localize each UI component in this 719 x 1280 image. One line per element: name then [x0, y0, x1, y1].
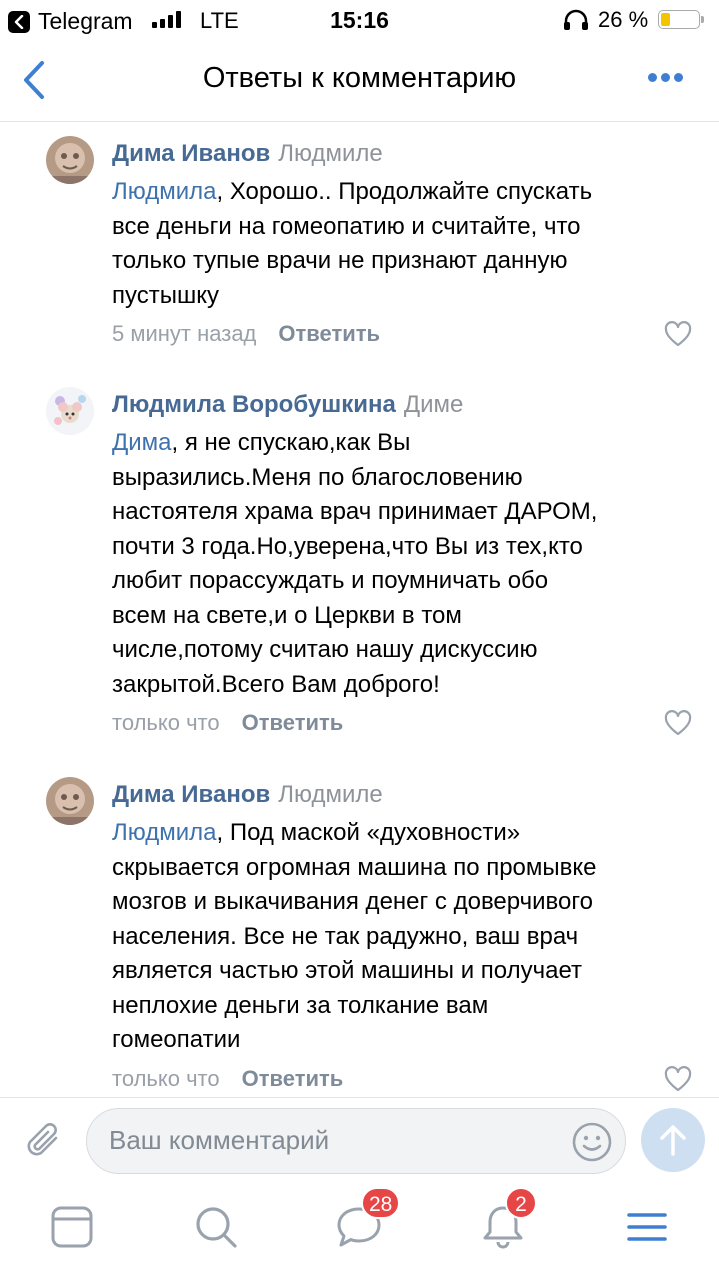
- more-dots-icon[interactable]: [648, 73, 683, 82]
- timestamp: только что: [112, 1066, 220, 1091]
- timestamp: 5 минут назад: [112, 321, 257, 346]
- reply-button[interactable]: Ответить: [278, 321, 380, 346]
- comment-meta: только что Ответить: [112, 710, 343, 736]
- smile-icon[interactable]: [571, 1121, 613, 1168]
- nav-bar: Ответы к комментарию: [0, 40, 719, 122]
- headphones-icon: [563, 9, 589, 36]
- comment-feed[interactable]: Дима Иванов Людмиле Людмила, Хорошо.. Про…: [0, 122, 719, 1097]
- paperclip-icon[interactable]: [22, 1120, 64, 1167]
- mention-link[interactable]: Людмила: [112, 178, 216, 205]
- heart-icon[interactable]: [664, 1066, 692, 1092]
- comment-text: Дима, я не спускаю,как Вы выразились.Мен…: [112, 429, 598, 698]
- search-icon[interactable]: [192, 1203, 240, 1251]
- status-bar: Telegram LTE 15:16 26 %: [0, 0, 719, 40]
- arrow-up-icon: [660, 1125, 686, 1156]
- menu-icon[interactable]: [623, 1203, 671, 1251]
- avatar[interactable]: [46, 777, 94, 825]
- heart-icon[interactable]: [664, 710, 692, 736]
- battery-level: [661, 13, 670, 26]
- reply-to: Людмиле: [278, 140, 383, 167]
- comment-meta: 5 минут назад Ответить: [112, 321, 380, 347]
- notifications-badge: 2: [505, 1187, 537, 1219]
- avatar[interactable]: [46, 136, 94, 184]
- reply-to: Диме: [403, 391, 464, 418]
- reply-button[interactable]: Ответить: [242, 710, 344, 735]
- comment-input[interactable]: Ваш комментарий: [86, 1108, 626, 1174]
- battery-icon: [658, 10, 704, 29]
- comment-placeholder: Ваш комментарий: [109, 1125, 330, 1155]
- author-line: Людмила Воробушкина Диме: [112, 391, 463, 419]
- reply-to: Людмиле: [278, 781, 383, 808]
- author-name[interactable]: Дима Иванов: [112, 140, 270, 167]
- mention-link[interactable]: Людмила: [112, 819, 216, 846]
- reply-button[interactable]: Ответить: [242, 1066, 344, 1091]
- comment-meta: только что Ответить: [112, 1066, 343, 1092]
- comment-text: Людмила, Хорошо.. Продолжайте спускать в…: [112, 178, 593, 309]
- author-name[interactable]: Дима Иванов: [112, 781, 270, 808]
- author-name[interactable]: Людмила Воробушкина: [112, 391, 396, 418]
- comment-composer: Ваш комментарий: [0, 1097, 719, 1187]
- page-title: Ответы к комментарию: [202, 62, 517, 94]
- comment-text: Людмила, Под маской «духовности» скрывае…: [112, 819, 597, 1053]
- send-button[interactable]: [641, 1108, 705, 1172]
- notifications-icon[interactable]: 2: [479, 1187, 537, 1251]
- heart-icon[interactable]: [664, 321, 692, 347]
- author-line: Дима Иванов Людмиле: [112, 781, 383, 809]
- messages-icon[interactable]: 28: [335, 1187, 401, 1251]
- battery-percent: 26 %: [598, 7, 649, 32]
- avatar[interactable]: [46, 387, 94, 435]
- mention-link[interactable]: Дима: [112, 429, 172, 456]
- news-feed-icon[interactable]: [48, 1203, 96, 1251]
- author-line: Дима Иванов Людмиле: [112, 140, 383, 168]
- timestamp: только что: [112, 710, 220, 735]
- messages-badge: 28: [361, 1187, 401, 1219]
- tab-bar: 28 2: [0, 1187, 719, 1280]
